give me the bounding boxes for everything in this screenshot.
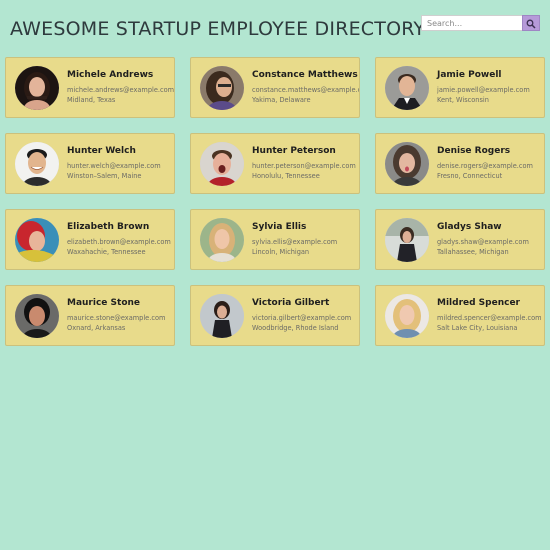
- employee-email: hunter.welch@example.com: [67, 162, 161, 170]
- employee-name: Sylvia Ellis: [252, 222, 307, 232]
- avatar: [385, 294, 429, 338]
- employee-email: constance.matthews@example.com: [252, 86, 359, 94]
- employee-location: Honolulu, Tennessee: [252, 172, 320, 180]
- employee-location: Waxahachie, Tennessee: [67, 248, 146, 256]
- employee-card[interactable]: Gladys Shaw gladys.shaw@example.com Tall…: [375, 209, 545, 270]
- employee-name: Hunter Welch: [67, 146, 136, 156]
- employee-location: Woodbridge, Rhode Island: [252, 324, 339, 332]
- employee-name: Jamie Powell: [437, 70, 502, 80]
- employee-card[interactable]: Jamie Powell jamie.powell@example.com Ke…: [375, 57, 545, 118]
- employee-location: Yakima, Delaware: [252, 96, 311, 104]
- avatar: [200, 294, 244, 338]
- employee-email: sylvia.ellis@example.com: [252, 238, 338, 246]
- employee-card[interactable]: Victoria Gilbert victoria.gilbert@exampl…: [190, 285, 360, 346]
- search-form: [421, 15, 541, 31]
- employee-card[interactable]: Constance Matthews constance.matthews@ex…: [190, 57, 360, 118]
- employee-name: Constance Matthews: [252, 70, 358, 80]
- employee-card[interactable]: Hunter Welch hunter.welch@example.com Wi…: [5, 133, 175, 194]
- employee-name: Mildred Spencer: [437, 298, 520, 308]
- avatar: [15, 66, 59, 110]
- employee-location: Fresno, Connecticut: [437, 172, 503, 180]
- employee-name: Gladys Shaw: [437, 222, 502, 232]
- employee-card[interactable]: Elizabeth Brown elizabeth.brown@example.…: [5, 209, 175, 270]
- employee-card[interactable]: Maurice Stone maurice.stone@example.com …: [5, 285, 175, 346]
- employee-name: Denise Rogers: [437, 146, 511, 156]
- avatar: [15, 218, 59, 262]
- employee-name: Maurice Stone: [67, 298, 141, 308]
- employee-email: hunter.peterson@example.com: [252, 162, 356, 170]
- employee-email: victoria.gilbert@example.com: [252, 314, 352, 322]
- employee-email: gladys.shaw@example.com: [437, 238, 529, 246]
- employee-directory-page: AWESOME STARTUP EMPLOYEE DIRECTORY Searc…: [0, 0, 550, 550]
- employee-email: jamie.powell@example.com: [437, 86, 530, 94]
- employee-email: denise.rogers@example.com: [437, 162, 533, 170]
- employee-card[interactable]: Denise Rogers denise.rogers@example.com …: [375, 133, 545, 194]
- employee-location: Midland, Texas: [67, 96, 116, 104]
- employee-card[interactable]: Hunter Peterson hunter.peterson@example.…: [190, 133, 360, 194]
- employee-location: Salt Lake City, Louisiana: [437, 324, 518, 332]
- page-title: AWESOME STARTUP EMPLOYEE DIRECTORY: [10, 18, 426, 40]
- employee-email: maurice.stone@example.com: [67, 314, 166, 322]
- employee-location: Kent, Wisconsin: [437, 96, 489, 104]
- employee-card[interactable]: Mildred Spencer mildred.spencer@example.…: [375, 285, 545, 346]
- employee-location: Tallahassee, Michigan: [437, 248, 509, 256]
- avatar: [15, 294, 59, 338]
- employee-name: Victoria Gilbert: [252, 298, 330, 308]
- avatar: [200, 218, 244, 262]
- avatar: [385, 66, 429, 110]
- employee-card[interactable]: Sylvia Ellis sylvia.ellis@example.com Li…: [190, 209, 360, 270]
- avatar: [200, 142, 244, 186]
- employee-email: elizabeth.brown@example.com: [67, 238, 171, 246]
- employee-name: Elizabeth Brown: [67, 222, 150, 232]
- avatar: [385, 218, 429, 262]
- employee-grid: Michele Andrews michele.andrews@example.…: [5, 57, 545, 346]
- employee-email: mildred.spencer@example.com: [437, 314, 542, 322]
- employee-email: michele.andrews@example.com: [67, 86, 174, 94]
- search-input[interactable]: [421, 15, 527, 31]
- employee-location: Oxnard, Arkansas: [67, 324, 126, 332]
- employee-name: Michele Andrews: [67, 70, 154, 80]
- avatar: [200, 66, 244, 110]
- employee-location: Winston–Salem, Maine: [67, 172, 142, 180]
- avatar: [385, 142, 429, 186]
- avatar: [15, 142, 59, 186]
- employee-name: Hunter Peterson: [252, 146, 336, 156]
- employee-card[interactable]: Michele Andrews michele.andrews@example.…: [5, 57, 175, 118]
- employee-location: Lincoln, Michigan: [252, 248, 310, 256]
- search-button[interactable]: [522, 15, 540, 31]
- search-icon: [523, 19, 539, 29]
